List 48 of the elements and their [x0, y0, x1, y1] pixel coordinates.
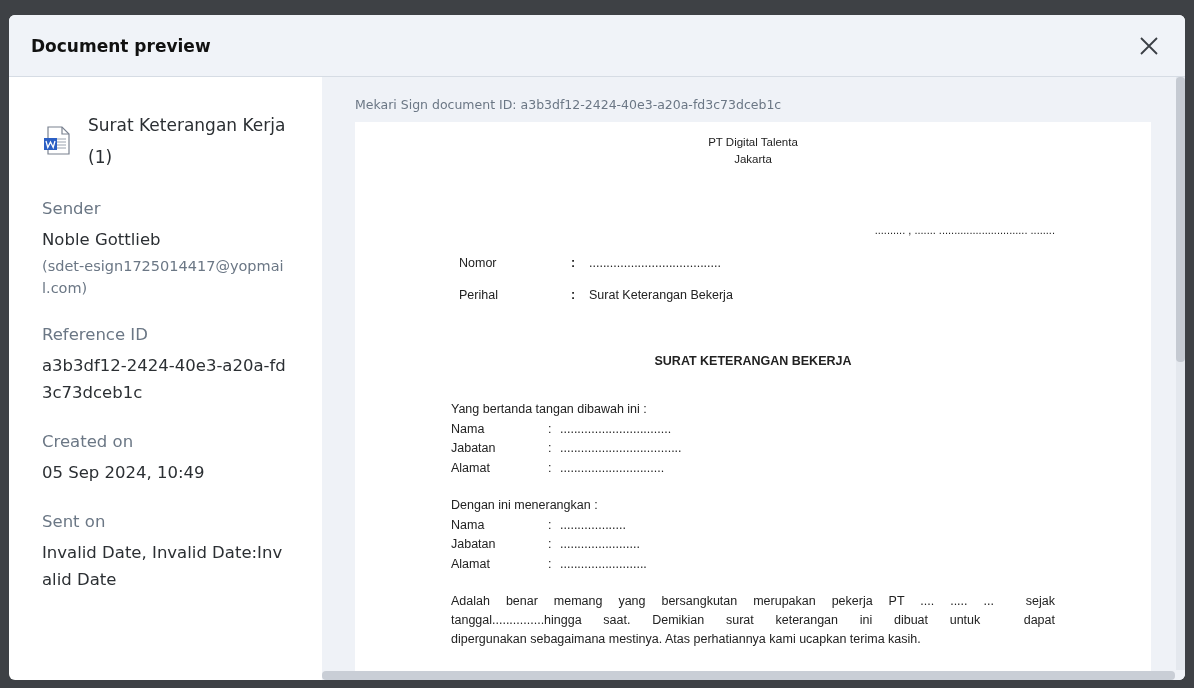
word-file-icon	[42, 125, 72, 157]
detail-value: Noble Gottlieb	[42, 229, 162, 251]
close-button[interactable]	[1139, 35, 1159, 56]
row-label: Jabatan	[451, 536, 497, 553]
detail-label: Sent on	[42, 512, 107, 531]
letter-title: SURAT KETERANGAN BEKERJA	[654, 354, 852, 368]
detail-label: Created on	[42, 432, 135, 451]
row-value: .........................	[560, 555, 647, 573]
row-label: Alamat	[451, 555, 491, 573]
close-icon	[1139, 35, 1159, 56]
vertical-scrollbar[interactable]	[1176, 77, 1185, 670]
sender-email: (sdet-esign1725014417@yopmail.com)	[42, 257, 285, 298]
detail-label: Sender	[42, 199, 102, 218]
field-value: ......................................	[589, 256, 721, 270]
section-intro: Dengan ini menerangkan :	[451, 497, 599, 514]
colon-text: :	[548, 459, 553, 477]
row-label: Nama	[451, 516, 486, 534]
detail-value: Invalid Date, Invalid Date:Invalid Date	[42, 542, 284, 591]
colon-text: :	[548, 536, 553, 553]
field-label: Perihal	[459, 288, 499, 302]
detail-value: 05 Sep 2024, 10:49	[42, 462, 206, 484]
file-name: Surat Keterangan Kerja (1)	[88, 114, 287, 169]
colon-text: :	[571, 256, 577, 270]
document-id: Mekari Sign document ID: a3b3df12-2424-40e3-a20a-fd3c73dceb1c	[355, 97, 783, 112]
row-label: Jabatan	[451, 440, 497, 457]
row-label: Alamat	[451, 459, 491, 477]
row-value: ..............................	[560, 459, 665, 477]
horizontal-scrollbar[interactable]	[322, 671, 1175, 680]
row-label: Nama	[451, 420, 486, 438]
date-line: .......... , ....... ............................. ........	[874, 224, 1055, 236]
colon-text: :	[548, 516, 553, 534]
detail-label: Reference ID	[42, 325, 149, 344]
colon-text: :	[548, 440, 553, 457]
row-value: ...................................	[560, 440, 682, 457]
colon-text: :	[548, 420, 553, 438]
field-value: Surat Keterangan Bekerja	[589, 288, 733, 302]
colon-text: :	[571, 288, 577, 302]
row-value: .......................	[560, 536, 640, 553]
letterhead-text: Jakarta	[734, 152, 772, 167]
field-label: Nomor	[459, 256, 498, 270]
section-intro: Yang bertanda tangan dibawah ini :	[451, 401, 648, 418]
detail-value: a3b3df12-2424-40e3-a20a-fd3c73dceb1c	[42, 355, 287, 404]
letter-paragraph: Adalah benar memang yang bersangkutan merupakan pekerja PT .... ..... ... sejak tanggal...............hingga saat. Demikian surat keterangan ini dibuat untuk dapat dipergunakan sebagaimana mestinya. Atas perhatiannya kami ucapkan terima kasih.	[451, 593, 1055, 648]
row-value: ................................	[560, 420, 672, 438]
letterhead-text: PT Digital Talenta	[708, 135, 798, 150]
row-value: ...................	[560, 516, 626, 534]
colon-text: :	[548, 555, 553, 573]
window-title: Document preview	[31, 35, 211, 56]
